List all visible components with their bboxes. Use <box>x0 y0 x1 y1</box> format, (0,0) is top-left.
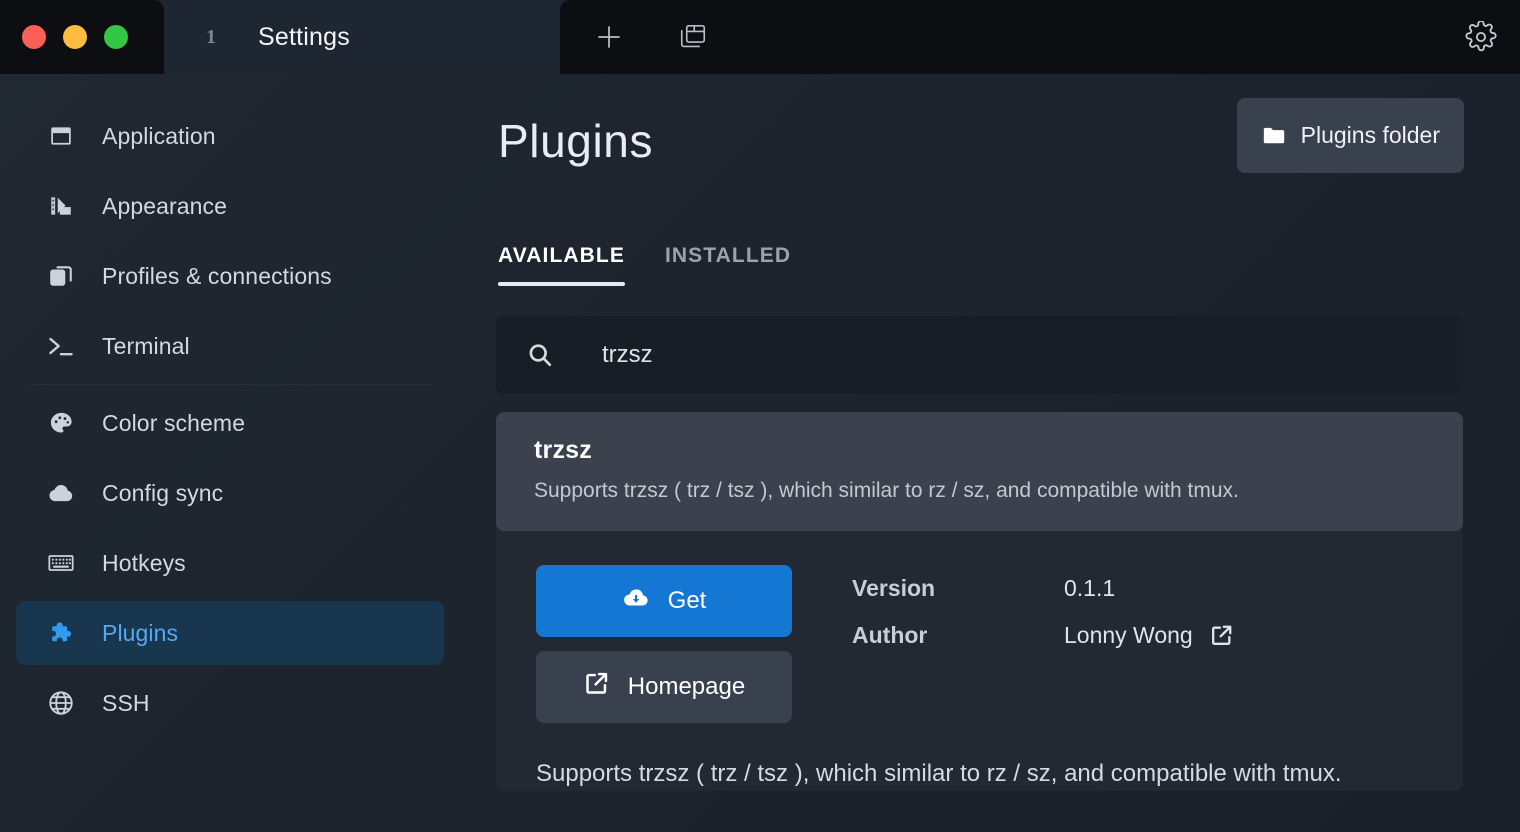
plugins-folder-label: Plugins folder <box>1300 122 1440 148</box>
maximize-window-button[interactable] <box>104 25 128 49</box>
tab-available[interactable]: AVAILABLE <box>498 244 625 286</box>
app-settings-button[interactable] <box>1458 14 1504 60</box>
get-plugin-label: Get <box>667 587 707 614</box>
terminal-prompt-icon <box>46 331 76 361</box>
plugin-summary: Supports trzsz ( trz / tsz ), which simi… <box>534 479 1239 502</box>
settings-window: 1 Settings Application Appearance Profil… <box>0 0 1520 832</box>
sidebar-group-general: Application Appearance Profiles & connec… <box>0 104 460 378</box>
palette-icon <box>46 408 76 438</box>
sidebar-item-label: Hotkeys <box>102 549 186 576</box>
sidebar-item-hotkeys[interactable]: Hotkeys <box>16 531 444 595</box>
window-icon <box>46 121 76 151</box>
sidebar-item-label: Profiles & connections <box>102 262 332 289</box>
plugins-folder-button[interactable]: Plugins folder <box>1236 98 1464 173</box>
panel-header: Plugins Plugins folder <box>496 98 1464 198</box>
get-plugin-button[interactable]: Get <box>536 565 792 637</box>
split-pane-icon[interactable] <box>670 14 716 60</box>
copy-windows-icon <box>46 261 76 291</box>
plugin-description: Supports trzsz ( trz / tsz ), which simi… <box>536 760 1342 787</box>
plugin-action-buttons: Get Homepage <box>536 565 792 723</box>
sidebar-item-label: Terminal <box>102 332 190 359</box>
plugin-name: trzsz <box>534 436 592 464</box>
version-value: 0.1.1 <box>1064 575 1234 602</box>
sidebar-item-terminal[interactable]: Terminal <box>16 314 444 378</box>
author-text: Lonny Wong <box>1064 622 1193 648</box>
sidebar-item-profiles-connections[interactable]: Profiles & connections <box>16 244 444 308</box>
sidebar-item-label: SSH <box>102 689 150 716</box>
traffic-light-group <box>0 0 164 74</box>
tab-title-label: Settings <box>258 22 350 51</box>
sidebar-item-appearance[interactable]: Appearance <box>16 174 444 238</box>
homepage-button[interactable]: Homepage <box>536 651 792 723</box>
tab-bar-tools <box>560 0 1520 74</box>
puzzle-piece-icon <box>46 618 76 648</box>
homepage-label: Homepage <box>627 673 746 700</box>
plugins-tablist: AVAILABLE INSTALLED <box>496 244 1464 286</box>
sidebar-item-plugins[interactable]: Plugins <box>16 601 444 665</box>
sidebar-item-label: Application <box>102 122 216 149</box>
plugin-metadata: Version 0.1.1 Author Lonny Wong <box>852 565 1234 723</box>
plugin-results-panel: trzsz Supports trzsz ( trz / tsz ), whic… <box>496 412 1463 791</box>
sidebar-item-ssh[interactable]: SSH <box>16 671 444 735</box>
plugin-result-item[interactable]: trzsz Supports trzsz ( trz / tsz ), whic… <box>496 412 1463 531</box>
folder-icon <box>1261 123 1287 149</box>
author-value[interactable]: Lonny Wong <box>1064 622 1234 649</box>
sidebar-item-label: Config sync <box>102 479 224 506</box>
sidebar-item-label: Plugins <box>102 619 179 646</box>
cloud-download-icon <box>622 584 650 619</box>
cloud-icon <box>46 478 76 508</box>
tab-index-label: 1 <box>206 25 216 48</box>
minimize-window-button[interactable] <box>63 25 87 49</box>
tab-installed[interactable]: INSTALLED <box>665 244 791 286</box>
plugin-search-bar <box>496 316 1463 394</box>
title-bar: 1 Settings <box>0 0 1520 74</box>
author-label: Author <box>852 622 928 648</box>
search-icon <box>526 341 554 369</box>
sidebar-item-label: Color scheme <box>102 409 246 436</box>
version-text: 0.1.1 <box>1064 575 1116 601</box>
sidebar-item-color-scheme[interactable]: Color scheme <box>16 391 444 455</box>
globe-icon <box>46 688 76 718</box>
tab-settings[interactable]: 1 Settings <box>164 0 560 74</box>
sidebar-divider <box>28 384 432 385</box>
plugins-panel: Plugins Plugins folder AVAILABLE INSTALL… <box>460 74 1520 832</box>
plugin-detail: Get Homepage Version 0.1.1 Author Lonny … <box>496 531 1463 723</box>
keyboard-icon <box>46 548 76 578</box>
external-link-icon[interactable] <box>1209 623 1234 648</box>
settings-sidebar: Application Appearance Profiles & connec… <box>0 74 460 832</box>
palette-swatch-icon <box>46 191 76 221</box>
close-window-button[interactable] <box>22 25 46 49</box>
new-tab-button[interactable] <box>586 14 632 60</box>
page-title: Plugins <box>498 115 654 167</box>
sidebar-item-config-sync[interactable]: Config sync <box>16 461 444 525</box>
version-label: Version <box>852 575 936 601</box>
external-link-icon <box>583 670 610 704</box>
sidebar-group-features: Color scheme Config sync Hotkeys Plugins… <box>0 391 460 735</box>
sidebar-item-label: Appearance <box>102 192 228 219</box>
sidebar-item-application[interactable]: Application <box>16 104 444 168</box>
search-input[interactable] <box>602 316 1463 394</box>
